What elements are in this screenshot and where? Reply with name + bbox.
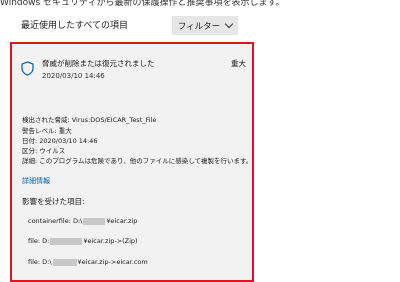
shield-icon (21, 61, 34, 76)
threat-date: 2020/03/10 14:46 (42, 72, 105, 80)
file-path-suffix: ¥eicar.zip->eicar.com (77, 258, 148, 266)
learn-more-link[interactable]: 詳細情報 (22, 176, 50, 186)
affected-file-item: file: D:\ ¥eicar.zip->eicar.com (28, 258, 148, 266)
filter-button[interactable]: フィルター (172, 16, 238, 35)
detection-date: 日付: 2020/03/10 14:46 (22, 137, 98, 145)
file-path-suffix: ¥eicar.zip (106, 217, 138, 225)
threat-history-card[interactable]: 脅威が削除または復元されました 2020/03/10 14:46 重大 検出され… (10, 42, 254, 282)
threat-description: 詳細: このプログラムは危険であり、他のファイルに感染して複製を行います。 (22, 157, 253, 165)
page-description: Windows セキュリティから最新の保護操作と推奨事項を表示します。 (0, 0, 285, 8)
alert-level: 警告レベル: 重大 (22, 127, 72, 135)
detected-threat: 検出された脅威: Virus:DOS/EICAR_Test_File (22, 116, 157, 124)
affected-items-heading: 影響を受けた項目: (22, 197, 85, 206)
file-path-prefix: file: D:\ (28, 258, 52, 266)
category: 区分: ウイルス (22, 147, 66, 155)
recent-items-label: 最近使用したすべての項目 (21, 21, 129, 31)
file-path-prefix: file: D: (28, 237, 50, 245)
redacted-path (52, 258, 77, 266)
redacted-path (83, 217, 106, 225)
filter-button-label: フィルター (177, 21, 221, 32)
file-path-suffix: ¥eicar.zip->(Zip) (83, 237, 138, 245)
redacted-path (50, 237, 83, 245)
affected-file-item: containerfile: D:\ ¥eicar.zip (28, 217, 137, 225)
file-path-prefix: containerfile: D:\ (28, 217, 83, 225)
chevron-down-icon (224, 19, 234, 29)
affected-file-item: file: D: ¥eicar.zip->(Zip) (28, 237, 138, 245)
threat-title: 脅威が削除または復元されました (42, 59, 155, 68)
severity-label: 重大 (231, 59, 246, 68)
